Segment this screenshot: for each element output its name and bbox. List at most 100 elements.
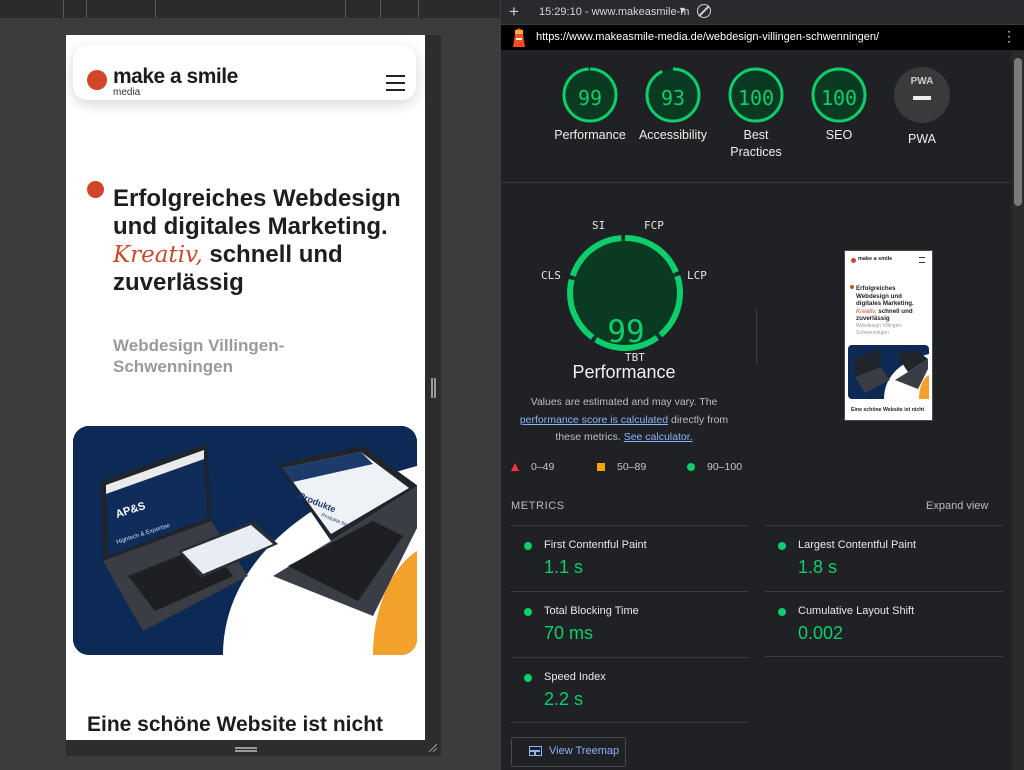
corner-resize-icon[interactable]: [427, 742, 437, 752]
metric-name: First Contentful Paint: [544, 539, 647, 551]
category-score: 100: [737, 86, 775, 110]
metrics-title: METRICS: [511, 500, 565, 512]
lighthouse-panel: + 15:29:10 - www.makeasmile-m ▼ https://…: [501, 0, 1024, 770]
divider: [511, 722, 749, 723]
metric-tbt: Total Blocking Time 70 ms: [511, 591, 749, 657]
metric-name: Largest Contentful Paint: [798, 539, 917, 551]
performance-note: Values are estimated and may vary. The p…: [519, 396, 729, 443]
lighthouse-toolbar: + 15:29:10 - www.makeasmile-m ▼: [501, 0, 1024, 25]
legend-average: 50–89: [617, 461, 647, 473]
expand-view-toggle[interactable]: Expand view: [926, 500, 988, 512]
category-gauge-pwa[interactable]: PWA PWA: [882, 67, 962, 147]
laptops-illustration: AP&S Hightech & Expertise Produkte Produ…: [73, 426, 417, 655]
site-logo-sub: media: [113, 87, 141, 98]
category-gauge-best-practices[interactable]: 100 Best Practices: [716, 67, 796, 161]
resize-grip-icon[interactable]: [431, 378, 433, 398]
category-score: 93: [660, 86, 686, 110]
thumb-heading: Erfolgreiches Webdesign und digitales Ma…: [856, 285, 914, 323]
final-screenshot-thumbnail[interactable]: make a smile Erfolgreiches Webdesign und…: [844, 250, 933, 421]
performance-score: 99: [607, 314, 645, 350]
thumb-hero-image: [848, 345, 929, 399]
category-score: 99: [577, 86, 603, 110]
device-resize-handle-right[interactable]: [425, 35, 441, 740]
category-label: Performance: [554, 128, 626, 142]
metric-name: Cumulative Layout Shift: [798, 605, 915, 617]
ruler-tick: [345, 0, 346, 18]
metric-value: 70 ms: [544, 623, 594, 643]
report-content: 99 Performance 93 Accessibility 100 Best…: [501, 51, 1011, 770]
section-heading: Eine schöne Website ist nicht: [87, 713, 384, 736]
ruler-tick: [155, 0, 156, 18]
new-report-plus-icon[interactable]: +: [509, 3, 519, 20]
report-selector[interactable]: 15:29:10 - www.makeasmile-m: [539, 6, 689, 18]
legend-fail: 0–49: [531, 461, 555, 473]
ruler-tick: [86, 0, 87, 18]
hero-image: AP&S Hightech & Expertise Produkte Produ…: [73, 426, 417, 655]
ruler-tick: [63, 0, 64, 18]
hamburger-menu-icon[interactable]: [386, 75, 405, 91]
resize-grip-icon[interactable]: [235, 747, 257, 749]
metric-si: Speed Index 2.2 s: [511, 657, 749, 723]
metric-value: 1.1 s: [544, 557, 584, 577]
report-url-bar: https://www.makeasmile-media.de/webdesig…: [501, 25, 1024, 50]
category-gauge-seo[interactable]: 100 SEO: [799, 67, 879, 144]
average-square-icon: [597, 463, 605, 471]
gauge-label-cls: CLS: [541, 269, 561, 282]
category-gauge-accessibility[interactable]: 93 Accessibility: [633, 67, 713, 144]
thumb-section-heading: Eine schöne Website ist nicht: [851, 407, 925, 413]
ruler-tick: [418, 0, 419, 18]
pwa-badge-text: PWA: [910, 76, 934, 87]
metric-fcp: First Contentful Paint 1.1 s: [511, 525, 749, 591]
metric-name: Total Blocking Time: [544, 605, 639, 617]
pass-circle-icon: [778, 542, 786, 550]
logo-dot: [87, 70, 107, 90]
score-calculation-link[interactable]: performance score is calculated: [520, 414, 668, 426]
thumb-logo: make a smile: [858, 256, 893, 262]
metric-divider: [765, 656, 1003, 657]
pass-circle-icon: [524, 674, 532, 682]
metric-cls: Cumulative Layout Shift 0.002: [765, 591, 1003, 657]
site-logo[interactable]: make a smile: [113, 65, 238, 89]
category-label: Accessibility: [638, 128, 708, 142]
category-label: SEO: [825, 128, 853, 142]
clear-report-icon[interactable]: [697, 4, 711, 18]
treemap-button-label: View Treemap: [549, 745, 620, 757]
hero-heading: Erfolgreiches Webdesign und digitales Ma…: [113, 185, 401, 296]
site-header: make a smile media: [73, 45, 416, 100]
view-treemap-button[interactable]: View Treemap: [511, 737, 626, 767]
category-label: Best Practices: [730, 128, 782, 159]
hero-dot: [87, 181, 104, 198]
metric-value: 0.002: [798, 623, 844, 643]
pass-circle-icon: [778, 608, 786, 616]
device-viewport: make a smile media Erfolgreiches Webdesi…: [66, 35, 425, 740]
divider: [501, 182, 1011, 183]
hero-accent-word: Kreativ,: [113, 242, 203, 268]
pass-circle-icon: [524, 542, 532, 550]
metric-name: Speed Index: [544, 671, 606, 683]
fail-triangle-icon: [511, 463, 519, 471]
calculator-link[interactable]: See calculator.: [624, 431, 693, 443]
metric-value: 2.2 s: [544, 689, 584, 709]
thumb-subheading: Webdesign Villingen- Schwenningen: [856, 323, 903, 336]
pwa-dash: [913, 96, 931, 100]
gauge-label-si: SI: [592, 219, 606, 232]
divider: [756, 309, 757, 365]
hero-subheading: Webdesign Villingen-Schwenningen: [113, 336, 285, 376]
performance-title: Performance: [572, 362, 676, 382]
category-gauge-performance[interactable]: 99 Performance: [550, 67, 630, 144]
report-url[interactable]: https://www.makeasmile-media.de/webdesig…: [536, 31, 879, 43]
metric-lcp: Largest Contentful Paint 1.8 s: [765, 525, 1003, 591]
ruler-tick: [380, 0, 381, 18]
pass-circle-icon: [687, 463, 695, 471]
category-label: PWA: [907, 132, 936, 146]
gauge-label-lcp: LCP: [687, 269, 707, 282]
treemap-icon: [529, 746, 542, 756]
more-options-icon[interactable]: ⋮: [1002, 29, 1016, 43]
legend-pass: 90–100: [707, 461, 743, 473]
device-toolbar: [0, 0, 500, 18]
dropdown-caret-icon[interactable]: ▼: [678, 5, 687, 15]
scrollbar-thumb[interactable]: [1014, 58, 1022, 206]
metric-value: 1.8 s: [798, 557, 838, 577]
pass-circle-icon: [524, 608, 532, 616]
gauge-label-fcp: FCP: [644, 219, 664, 232]
